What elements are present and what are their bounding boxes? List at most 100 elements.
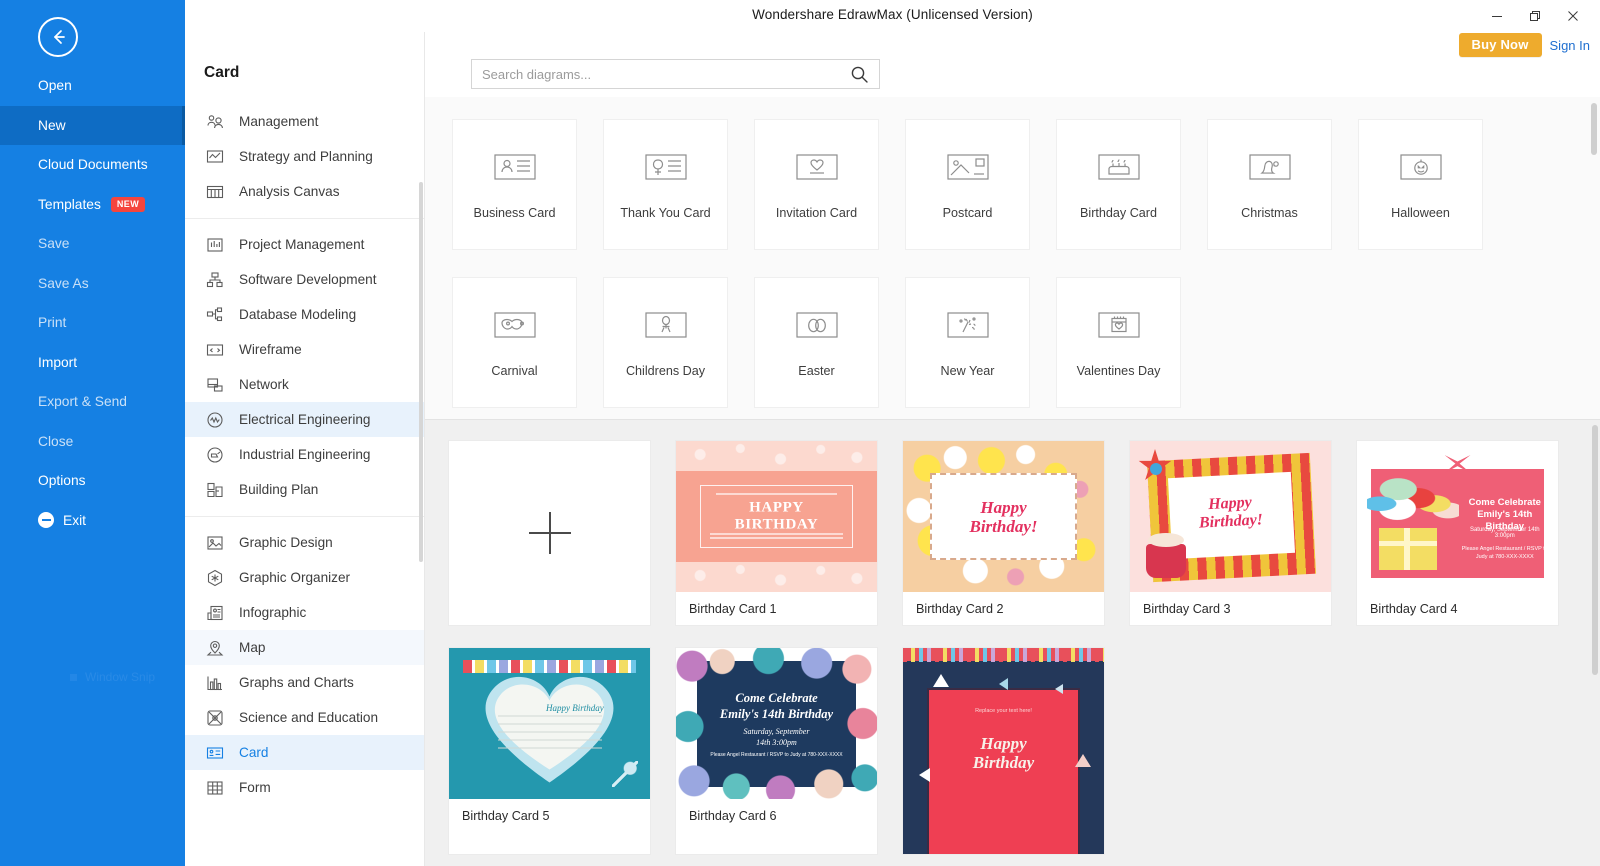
- type-label-invitation-card: Invitation Card: [775, 205, 858, 220]
- template-name: Birthday Card 6: [676, 799, 877, 832]
- category-item-infographic[interactable]: Infographic: [185, 595, 424, 630]
- nav-item-close[interactable]: Close: [0, 422, 185, 462]
- category-item-graphic-organizer[interactable]: Graphic Organizer: [185, 560, 424, 595]
- template-name: Birthday Card 5: [449, 799, 650, 832]
- template-thumbnail: Happy Birthday: [449, 648, 650, 799]
- category-item-strategy-and-planning[interactable]: Strategy and Planning: [185, 139, 424, 174]
- art-line-3: Saturday, September 14th 3:00pm: [1469, 527, 1540, 539]
- category-item-card[interactable]: Card: [185, 735, 424, 770]
- template-card[interactable]: Happy Birthday! Birthday Card 2: [902, 440, 1105, 626]
- type-card-business-card[interactable]: Business Card: [452, 119, 577, 250]
- type-card-carnival[interactable]: Carnival: [452, 277, 577, 408]
- template-card[interactable]: Happy Birthday Birthday Card 5: [448, 647, 651, 855]
- title-bar: Wondershare EdrawMax (Unlicensed Version…: [185, 0, 1600, 32]
- restore-button[interactable]: [1516, 1, 1554, 31]
- art-line-1: Happy: [980, 497, 1027, 517]
- nav-item-save-as[interactable]: Save As: [0, 264, 185, 304]
- type-card-childrens-day[interactable]: Childrens Day: [603, 277, 728, 408]
- nav-item-exit[interactable]: Exit: [0, 501, 185, 541]
- graphs-charts-icon: [205, 673, 225, 693]
- nav-item-save[interactable]: Save: [0, 224, 185, 264]
- category-item-graphs-and-charts[interactable]: Graphs and Charts: [185, 665, 424, 700]
- category-item-wireframe[interactable]: Wireframe: [185, 332, 424, 367]
- nav-label-export-send: Export & Send: [38, 394, 127, 410]
- template-card-blank[interactable]: [448, 440, 651, 626]
- type-card-christmas[interactable]: Christmas: [1207, 119, 1332, 250]
- nav-item-print[interactable]: Print: [0, 303, 185, 343]
- template-card[interactable]: Replace your text here! Happy Birthday: [902, 647, 1105, 855]
- nav-item-options[interactable]: Options: [0, 461, 185, 501]
- art-line-1: HAPPY: [749, 498, 804, 515]
- thumbnail-art: Happy Birthday!: [903, 441, 1104, 592]
- template-card[interactable]: Come Celebrate Emily's 14th Birthday Sat…: [1356, 440, 1559, 626]
- card-icon: [205, 743, 225, 763]
- category-item-science-and-education[interactable]: Science and Education: [185, 700, 424, 735]
- category-item-graphic-design[interactable]: Graphic Design: [185, 525, 424, 560]
- art-line-1: Come Celebrate: [735, 691, 818, 705]
- minimize-button[interactable]: [1478, 1, 1516, 31]
- close-button[interactable]: [1554, 1, 1592, 31]
- category-item-industrial-engineering[interactable]: Industrial Engineering: [185, 437, 424, 472]
- category-item-database-modeling[interactable]: Database Modeling: [185, 297, 424, 332]
- category-label-science-and-education: Science and Education: [239, 710, 379, 725]
- nav-item-templates[interactable]: Templates NEW: [0, 185, 185, 225]
- search-button[interactable]: [839, 60, 879, 88]
- childrens-day-icon: [644, 308, 688, 342]
- nav-item-import[interactable]: Import: [0, 343, 185, 383]
- category-label-database-modeling: Database Modeling: [239, 307, 357, 322]
- search-input[interactable]: [472, 60, 839, 88]
- template-type-grid: Business Card Thank You Card Invitation …: [452, 119, 1578, 408]
- account-actions: Buy Now Sign In: [1458, 33, 1590, 57]
- category-item-electrical-engineering[interactable]: Electrical Engineering: [185, 402, 424, 437]
- type-card-birthday-card[interactable]: Birthday Card: [1056, 119, 1181, 250]
- art-line-2: Emily's 14th Birthday: [719, 707, 834, 721]
- category-item-project-management[interactable]: Project Management: [185, 227, 424, 262]
- type-panel-scrollbar[interactable]: [1591, 103, 1597, 155]
- buy-now-button[interactable]: Buy Now: [1458, 33, 1542, 57]
- template-card[interactable]: Come Celebrate Emily's 14th Birthday Sat…: [675, 647, 878, 855]
- type-card-thank-you-card[interactable]: Thank You Card: [603, 119, 728, 250]
- category-label-graphic-organizer: Graphic Organizer: [239, 570, 351, 585]
- category-item-analysis-canvas[interactable]: Analysis Canvas: [185, 174, 424, 209]
- infographic-icon: [205, 603, 225, 623]
- plus-icon: [528, 512, 571, 554]
- template-card[interactable]: HAPPY BIRTHDAY Birthday Card 1: [675, 440, 878, 626]
- nav-item-open[interactable]: Open: [0, 66, 185, 106]
- category-item-network[interactable]: Network: [185, 367, 424, 402]
- category-item-management[interactable]: Management: [185, 104, 424, 139]
- type-label-business-card: Business Card: [473, 205, 556, 220]
- gallery-scrollbar[interactable]: [1592, 425, 1598, 675]
- nav-item-export-send[interactable]: Export & Send: [0, 382, 185, 422]
- type-card-halloween[interactable]: Halloween: [1358, 119, 1483, 250]
- type-label-birthday-card: Birthday Card: [1080, 205, 1157, 220]
- template-name: Birthday Card 2: [903, 592, 1104, 625]
- category-label-building-plan: Building Plan: [239, 482, 319, 497]
- type-card-easter[interactable]: Easter: [754, 277, 879, 408]
- main-content: Business Card Thank You Card Invitation …: [425, 97, 1600, 866]
- type-card-invitation-card[interactable]: Invitation Card: [754, 119, 879, 250]
- management-icon: [205, 112, 225, 132]
- type-card-postcard[interactable]: Postcard: [905, 119, 1030, 250]
- template-card[interactable]: Happy Birthday! Birthday Card 3: [1129, 440, 1332, 626]
- type-card-new-year[interactable]: New Year: [905, 277, 1030, 408]
- nav-item-new[interactable]: New: [0, 105, 185, 145]
- back-button[interactable]: [38, 17, 78, 57]
- art-line-2: BIRTHDAY: [734, 515, 819, 532]
- category-scroll-area[interactable]: Management Strategy and Planning Analysi…: [185, 96, 424, 866]
- nav-item-cloud-documents[interactable]: Cloud Documents: [0, 145, 185, 185]
- category-item-map[interactable]: Map: [185, 630, 424, 665]
- database-modeling-icon: [205, 305, 225, 325]
- left-nav-list: Open New Cloud Documents Templates NEW S…: [0, 66, 185, 540]
- search-bar: [471, 59, 880, 89]
- category-item-form[interactable]: Form: [185, 770, 424, 805]
- category-item-building-plan[interactable]: Building Plan: [185, 472, 424, 507]
- strategy-icon: [205, 147, 225, 167]
- analysis-canvas-icon: [205, 182, 225, 202]
- category-item-software-development[interactable]: Software Development: [185, 262, 424, 297]
- edrawmax-window: Open New Cloud Documents Templates NEW S…: [0, 0, 1600, 866]
- type-card-valentines-day[interactable]: Valentines Day: [1056, 277, 1181, 408]
- template-thumbnail: Come Celebrate Emily's 14th Birthday Sat…: [1357, 441, 1558, 592]
- sign-in-link[interactable]: Sign In: [1550, 38, 1590, 53]
- category-scrollbar[interactable]: [419, 182, 423, 562]
- art-line-5: Please Angel Restaurant / RSVP to Judy a…: [710, 752, 843, 758]
